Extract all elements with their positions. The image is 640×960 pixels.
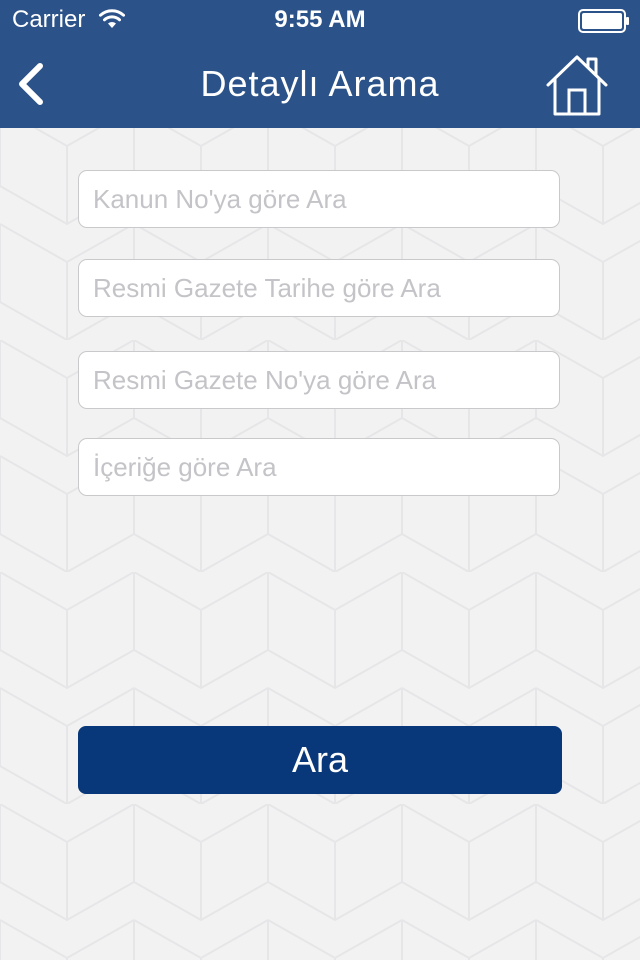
law-number-input[interactable] xyxy=(79,171,559,227)
law-number-field[interactable] xyxy=(78,170,560,228)
search-button[interactable]: Ara xyxy=(78,726,562,794)
chevron-left-icon xyxy=(19,63,43,105)
home-icon xyxy=(546,55,608,116)
navigation-bar: Detaylı Arama xyxy=(0,40,640,128)
gazette-number-input[interactable] xyxy=(79,352,559,408)
back-button[interactable] xyxy=(8,58,56,110)
content-search-input[interactable] xyxy=(79,439,559,495)
gazette-number-field[interactable] xyxy=(78,351,560,409)
battery-icon xyxy=(578,9,629,33)
page-title: Detaylı Arama xyxy=(200,63,440,104)
gazette-date-field[interactable] xyxy=(78,259,560,317)
gazette-date-input[interactable] xyxy=(79,260,559,316)
background-hex-pattern xyxy=(0,128,640,960)
status-bar: Carrier 9:55 AM xyxy=(0,0,640,40)
content-search-field[interactable] xyxy=(78,438,560,496)
status-time: 9:55 AM xyxy=(274,6,366,33)
home-button[interactable] xyxy=(544,52,610,118)
